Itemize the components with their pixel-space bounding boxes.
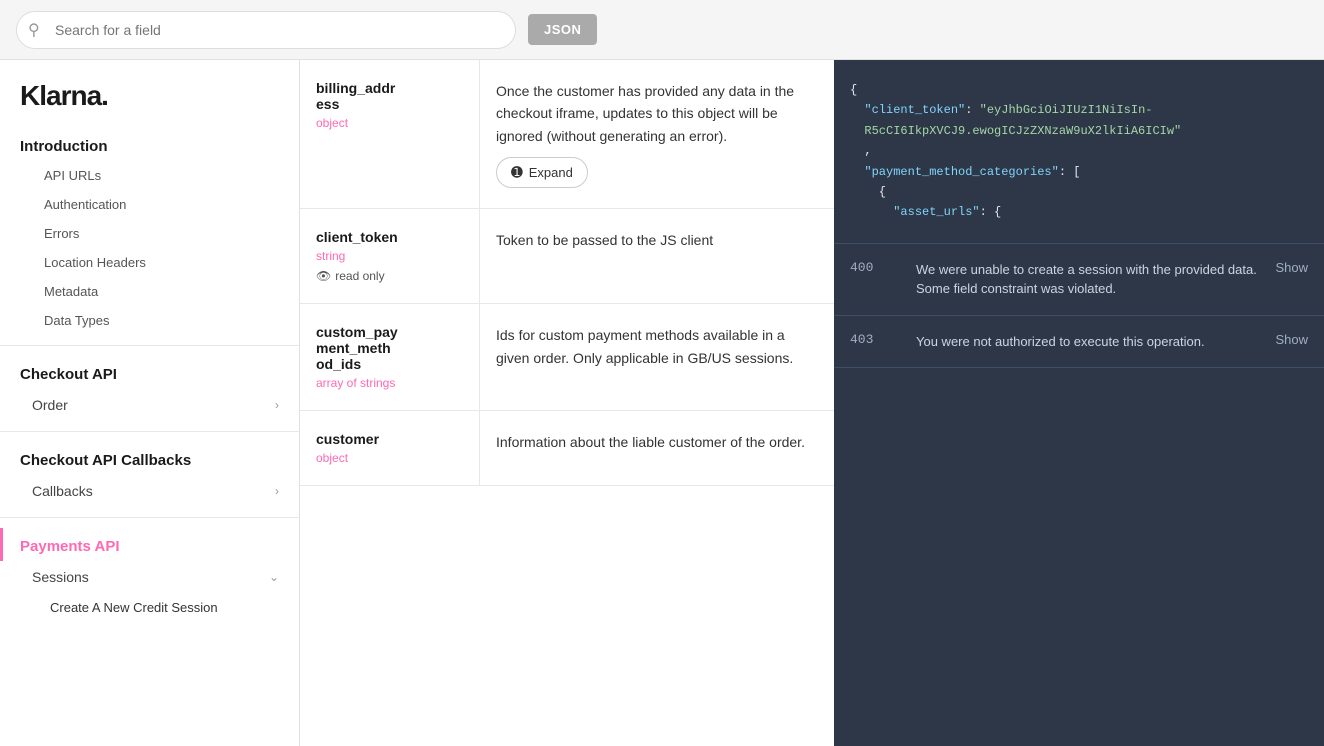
json-button[interactable]: JSON: [528, 14, 597, 45]
sidebar-item-callbacks-label: Callbacks: [32, 483, 93, 499]
field-desc-cell-client-token: Token to be passed to the JS client: [480, 209, 834, 303]
response-row-400: 400 We were unable to create a session w…: [834, 244, 1324, 316]
field-type-billing-address: object: [316, 116, 463, 130]
main-layout: Klarna. Introduction API URLs Authentica…: [0, 60, 1324, 746]
chevron-down-icon: ⌄: [269, 570, 279, 584]
field-name-billing-address: billing_address: [316, 80, 463, 112]
sidebar-item-authentication[interactable]: Authentication: [0, 190, 299, 219]
sidebar-divider-1: [0, 345, 299, 346]
logo: Klarna.: [0, 60, 299, 128]
field-row-billing-address: billing_address object Once the customer…: [300, 60, 834, 209]
chevron-right-icon: ›: [275, 398, 279, 412]
eye-icon: 👁: [316, 269, 331, 283]
field-row-client-token: client_token string 👁 read only Token to…: [300, 209, 834, 304]
sidebar-divider-2: [0, 431, 299, 432]
field-desc-client-token: Token to be passed to the JS client: [496, 229, 818, 251]
sidebar-item-callbacks[interactable]: Callbacks ›: [0, 475, 299, 507]
search-wrapper: ⚲: [16, 11, 516, 49]
sidebar-section-callbacks: Checkout API Callbacks: [0, 442, 299, 475]
response-desc-400: We were unable to create a session with …: [916, 260, 1259, 299]
field-type-customer: object: [316, 451, 463, 465]
code-line-3: R5cCI6IkpXVCJ9.ewogICJzZXNzaW9uX2lkIiA6I…: [850, 121, 1308, 141]
expand-circle-icon: ➊: [511, 164, 523, 181]
field-name-customer: customer: [316, 431, 463, 447]
field-desc-custom-payment: Ids for custom payment methods available…: [496, 324, 818, 369]
field-name-cell-billing-address: billing_address object: [300, 60, 480, 208]
field-row-customer: customer object Information about the li…: [300, 411, 834, 486]
code-line-1: {: [850, 80, 1308, 100]
sidebar-item-api-urls[interactable]: API URLs: [0, 161, 299, 190]
field-desc-billing-address: Once the customer has provided any data …: [496, 80, 818, 147]
field-desc-cell-custom-payment: Ids for custom payment methods available…: [480, 304, 834, 410]
field-desc-cell-customer: Information about the liable customer of…: [480, 411, 834, 485]
code-line-2: "client_token": "eyJhbGciOiJIUzI1NiIsIn-: [850, 100, 1308, 120]
code-line-7: "asset_urls": {: [850, 202, 1308, 222]
response-show-403[interactable]: Show: [1275, 332, 1308, 347]
code-block-json: { "client_token": "eyJhbGciOiJIUzI1NiIsI…: [834, 60, 1324, 244]
sidebar-section-introduction: Introduction: [0, 128, 299, 161]
field-name-client-token: client_token: [316, 229, 463, 245]
response-code-403: 403: [850, 332, 900, 347]
response-desc-403: You were not authorized to execute this …: [916, 332, 1259, 352]
field-name-cell-customer: customer object: [300, 411, 480, 485]
sidebar-item-data-types[interactable]: Data Types: [0, 306, 299, 335]
field-type-client-token: string: [316, 249, 463, 263]
field-desc-customer: Information about the liable customer of…: [496, 431, 818, 453]
expand-label: Expand: [529, 165, 573, 180]
sidebar-item-sessions-label: Sessions: [32, 569, 89, 585]
code-panel: { "client_token": "eyJhbGciOiJIUzI1NiIsI…: [834, 60, 1324, 746]
sidebar-item-metadata[interactable]: Metadata: [0, 277, 299, 306]
response-row-403: 403 You were not authorized to execute t…: [834, 316, 1324, 369]
top-bar: ⚲ JSON: [0, 0, 1324, 60]
field-desc-cell-billing-address: Once the customer has provided any data …: [480, 60, 834, 208]
sidebar-item-errors[interactable]: Errors: [0, 219, 299, 248]
sidebar-divider-3: [0, 517, 299, 518]
expand-button-billing-address[interactable]: ➊ Expand: [496, 157, 588, 188]
sidebar-item-order[interactable]: Order ›: [0, 389, 299, 421]
code-line-6: {: [850, 182, 1308, 202]
field-name-custom-payment: custom_payment_method_ids: [316, 324, 463, 372]
code-line-4: ,: [850, 141, 1308, 161]
field-name-cell-custom-payment: custom_payment_method_ids array of strin…: [300, 304, 480, 410]
search-input[interactable]: [16, 11, 516, 49]
response-show-400[interactable]: Show: [1275, 260, 1308, 275]
field-row-custom-payment-method-ids: custom_payment_method_ids array of strin…: [300, 304, 834, 411]
search-icon: ⚲: [28, 20, 40, 40]
sidebar-section-checkout-api: Checkout API: [0, 356, 299, 389]
sidebar-item-create-credit-session[interactable]: Create A New Credit Session: [0, 593, 299, 622]
sidebar-section-payments-api: Payments API: [0, 528, 299, 561]
field-name-cell-client-token: client_token string 👁 read only: [300, 209, 480, 303]
readonly-label: read only: [335, 269, 384, 283]
code-line-5: "payment_method_categories": [: [850, 162, 1308, 182]
sidebar-item-sessions[interactable]: Sessions ⌄: [0, 561, 299, 593]
chevron-right-icon-2: ›: [275, 484, 279, 498]
sidebar-item-order-label: Order: [32, 397, 68, 413]
sidebar-item-location-headers[interactable]: Location Headers: [0, 248, 299, 277]
field-type-custom-payment: array of strings: [316, 376, 463, 390]
field-readonly-client-token: 👁 read only: [316, 269, 463, 283]
response-code-400: 400: [850, 260, 900, 275]
sidebar: Klarna. Introduction API URLs Authentica…: [0, 60, 300, 746]
content-area: billing_address object Once the customer…: [300, 60, 834, 746]
